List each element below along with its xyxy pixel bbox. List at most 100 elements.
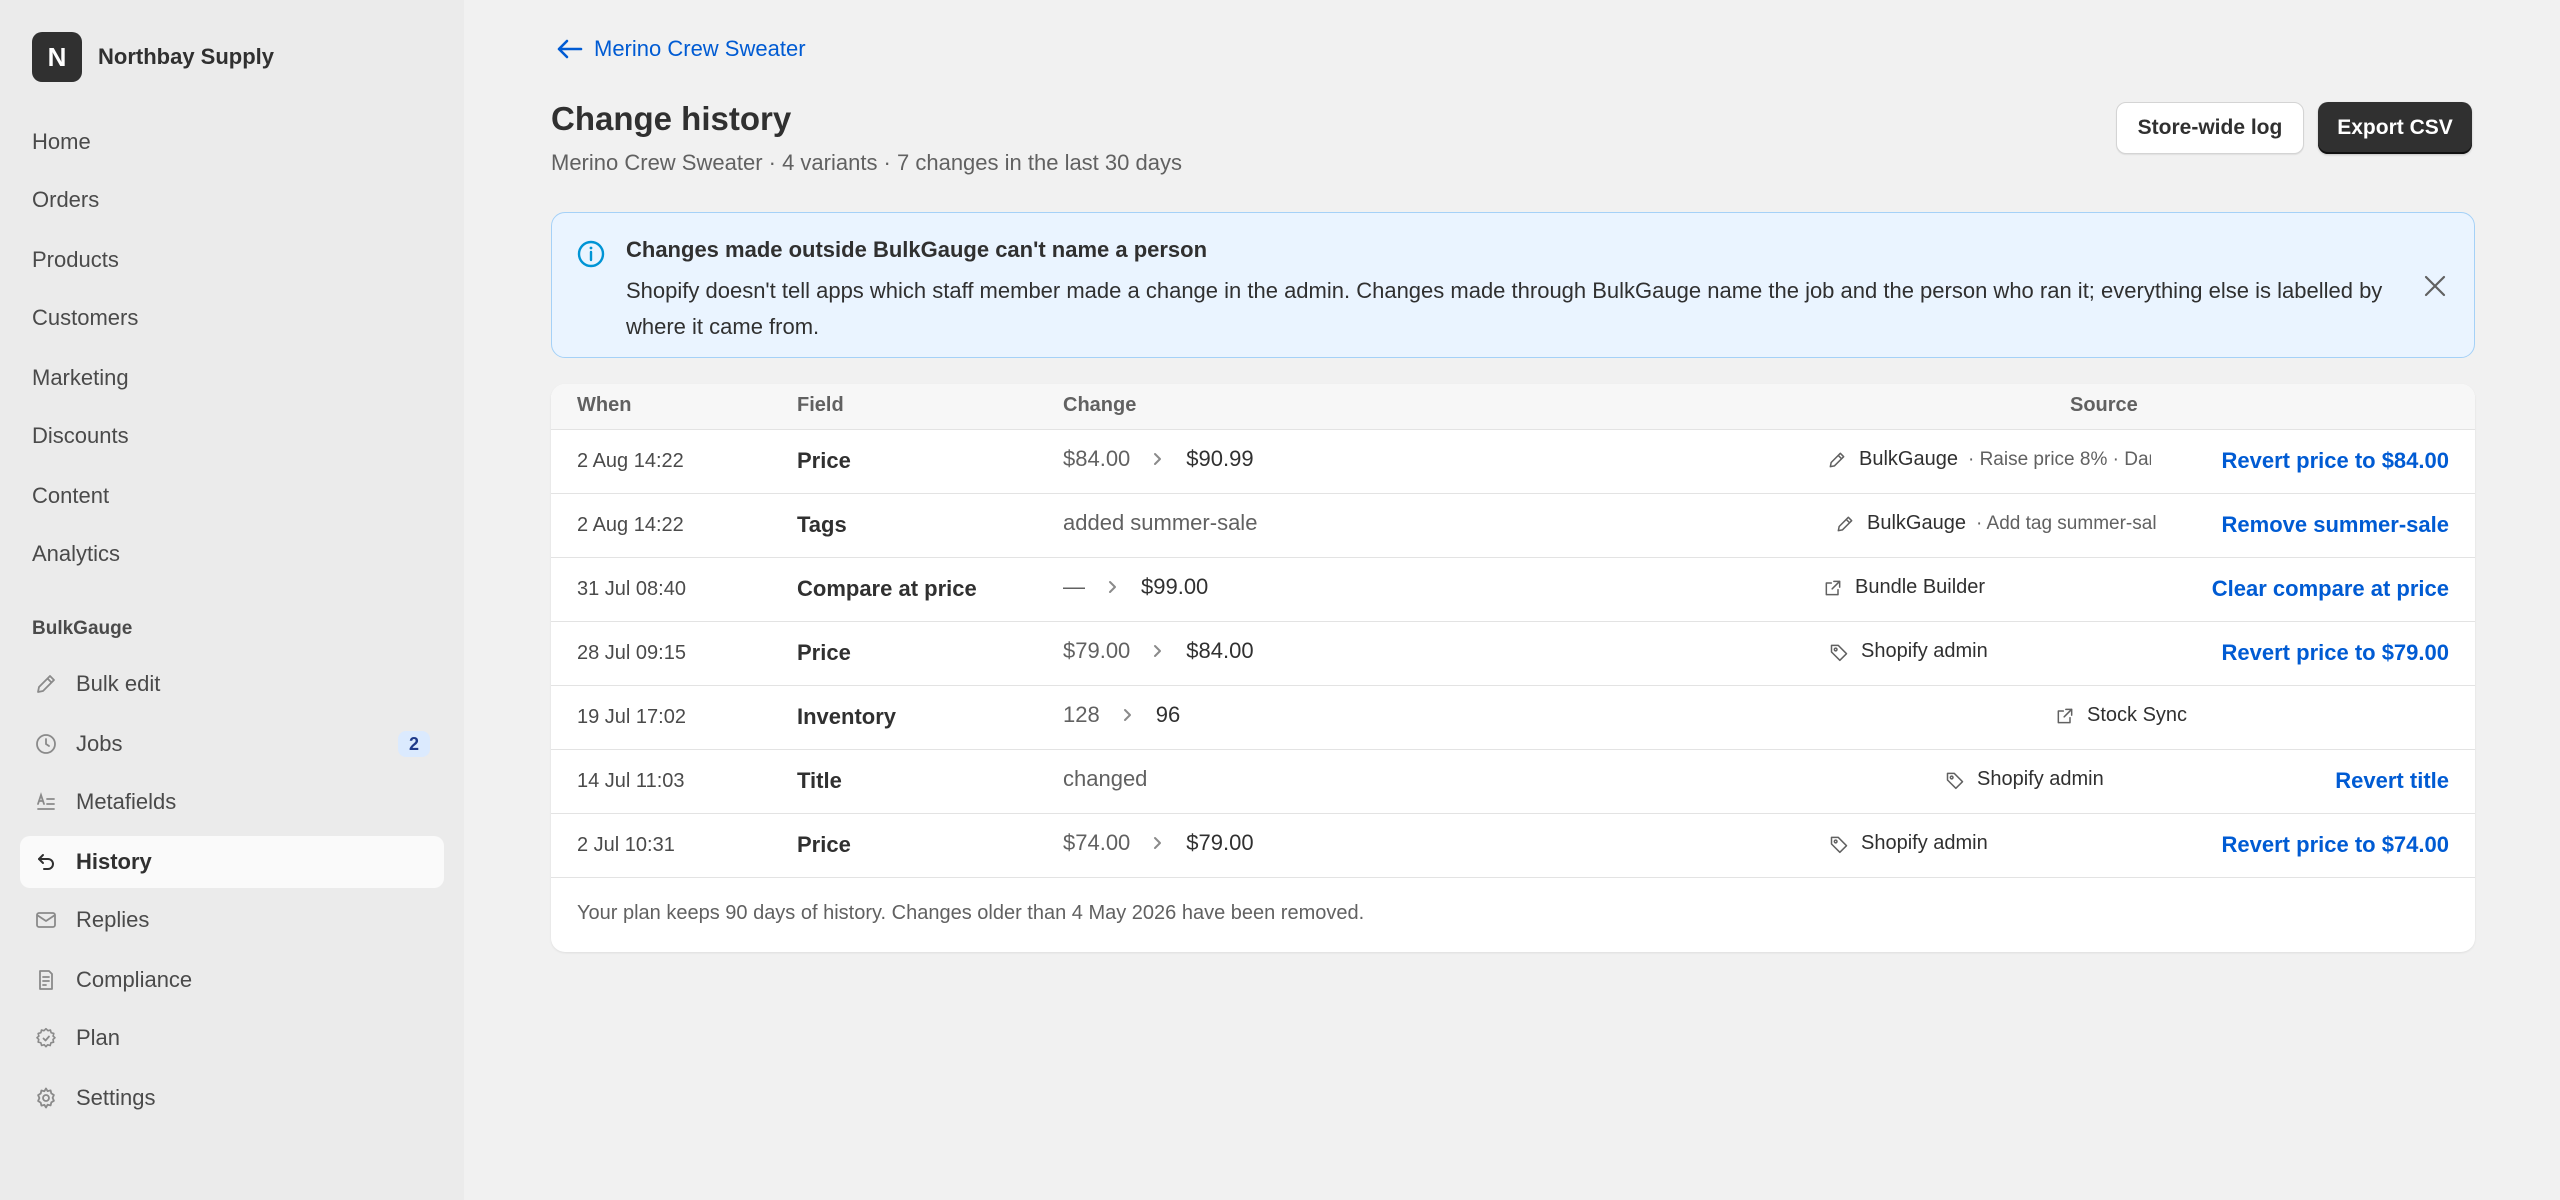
row-field: Inventory	[797, 704, 897, 729]
change-to: $79.00	[1186, 830, 1254, 855]
export-csv-button[interactable]: Export CSV	[2318, 102, 2472, 154]
source-name: Bundle Builder	[1855, 576, 1986, 598]
nav-item-label: Orders	[32, 187, 100, 212]
nav-item-marketing[interactable]: Marketing	[20, 352, 444, 404]
nav-item-label: Content	[32, 483, 110, 508]
change-from: $84.00	[1063, 446, 1131, 471]
store-switcher[interactable]: N Northbay Supply	[32, 32, 274, 82]
nav-item-history[interactable]: History	[20, 836, 444, 888]
chevron-right-icon	[1107, 579, 1119, 595]
row-change: — $99.00	[1063, 574, 1208, 600]
row-source: Shopify admin	[1829, 640, 1988, 663]
history-table: When Field Change Source 2 Aug 14:22 Pri…	[551, 384, 2475, 952]
nav-item-jobs[interactable]: Jobs 2	[20, 718, 444, 770]
row-change: added summer-sale	[1063, 510, 1257, 536]
close-icon[interactable]	[2422, 273, 2448, 304]
external-link-icon	[1823, 578, 1843, 598]
change-to: $84.00	[1186, 638, 1254, 663]
row-field: Price	[797, 448, 851, 473]
back-link[interactable]: Merino Crew Sweater	[556, 36, 806, 62]
nav-item-content[interactable]: Content	[20, 470, 444, 522]
chevron-right-icon	[1152, 835, 1164, 851]
nav-item-discounts[interactable]: Discounts	[20, 410, 444, 462]
gear-icon	[32, 1084, 60, 1112]
nav-item-label: Bulk edit	[76, 671, 161, 696]
banner-title: Changes made outside BulkGauge can't nam…	[626, 237, 1208, 262]
store-wide-log-button[interactable]: Store-wide log	[2116, 102, 2304, 154]
banner-body: Shopify doesn't tell apps which staff me…	[626, 278, 2383, 339]
store-logo: N	[32, 32, 82, 82]
tag-icon	[1829, 642, 1849, 662]
page-title: Change history	[551, 100, 792, 137]
nav-item-label: Replies	[76, 907, 150, 932]
retention-note: Your plan keeps 90 days of history. Chan…	[577, 902, 1365, 924]
info-banner: Changes made outside BulkGauge can't nam…	[551, 212, 2475, 358]
pencil-icon	[1835, 514, 1855, 534]
nav-item-plan[interactable]: Plan	[20, 1012, 444, 1064]
nav-item-bulk-edit[interactable]: Bulk edit	[20, 658, 444, 710]
row-change: $84.00 $90.99	[1063, 446, 1254, 472]
clock-icon	[32, 730, 60, 758]
change-to: $90.99	[1186, 446, 1254, 471]
nav-item-label: Products	[32, 247, 119, 272]
change-text: changed	[1063, 766, 1148, 791]
nav-item-orders[interactable]: Orders	[20, 174, 444, 226]
tag-icon	[1945, 770, 1965, 790]
row-field: Compare at price	[797, 576, 977, 601]
document-icon	[32, 966, 60, 994]
chevron-right-icon	[1122, 707, 1134, 723]
change-from: 128	[1063, 702, 1100, 727]
nav-item-compliance[interactable]: Compliance	[20, 954, 444, 1006]
row-when: 14 Jul 11:03	[577, 770, 685, 792]
nav-item-replies[interactable]: Replies	[20, 894, 444, 946]
chevron-right-icon	[1152, 451, 1164, 467]
nav-item-label: Metafields	[76, 789, 177, 814]
nav-item-home[interactable]: Home	[20, 116, 444, 168]
pencil-icon	[1827, 450, 1847, 470]
table-row: 19 Jul 17:02 Inventory 128 96 Stock Sync	[551, 686, 2475, 750]
remove-tag-button[interactable]: Remove summer-sale	[2222, 512, 2449, 538]
table-header: When Field Change Source	[551, 384, 2475, 430]
clear-compare-price-button[interactable]: Clear compare at price	[2212, 576, 2449, 602]
change-from: $74.00	[1063, 830, 1131, 855]
nav-item-label: Plan	[76, 1025, 121, 1050]
row-when: 31 Jul 08:40	[577, 578, 686, 600]
nav-item-label: Settings	[76, 1085, 156, 1110]
table-row: 2 Aug 14:22 Price $84.00 $90.99 BulkGaug…	[551, 430, 2475, 494]
chevron-right-icon	[1152, 643, 1164, 659]
revert-title-button[interactable]: Revert title	[2335, 768, 2449, 794]
row-source: Shopify admin	[1945, 768, 2104, 791]
row-change: 128 96	[1063, 702, 1180, 728]
column-header-source: Source	[2070, 394, 2138, 416]
revert-price-button[interactable]: Revert price to $84.00	[2222, 448, 2449, 474]
plan-icon	[32, 1024, 60, 1052]
nav-item-label: Analytics	[32, 541, 121, 566]
revert-price-button[interactable]: Revert price to $74.00	[2222, 832, 2449, 858]
nav-item-label: Customers	[32, 305, 139, 330]
change-from: —	[1063, 574, 1085, 599]
column-header-change: Change	[1063, 394, 1137, 416]
nav-item-products[interactable]: Products	[20, 234, 444, 286]
source-name: Shopify admin	[1861, 832, 1988, 854]
nav-item-analytics[interactable]: Analytics	[20, 528, 444, 580]
row-source: Shopify admin	[1829, 832, 1988, 855]
table-row: 14 Jul 11:03 Title changed Shopify admin…	[551, 750, 2475, 814]
nav-item-metafields[interactable]: Metafields	[20, 776, 444, 828]
table-row: 2 Aug 14:22 Tags added summer-sale BulkG…	[551, 494, 2475, 558]
row-source: BulkGauge · Raise price 8% · Dana P	[1827, 448, 2151, 471]
external-link-icon	[2055, 706, 2075, 726]
nav-item-customers[interactable]: Customers	[20, 292, 444, 344]
source-name: BulkGauge	[1867, 512, 1966, 534]
source-name: BulkGauge	[1859, 448, 1958, 470]
table-row: 2 Jul 10:31 Price $74.00 $79.00 Shopify …	[551, 814, 2475, 878]
pencil-icon	[32, 670, 60, 698]
history-icon	[32, 848, 60, 876]
change-to: $99.00	[1141, 574, 1209, 599]
page-subtitle: Merino Crew Sweater · 4 variants · 7 cha…	[551, 150, 1182, 175]
change-to: 96	[1155, 702, 1181, 727]
nav-item-label: History	[76, 849, 152, 874]
row-source: BulkGauge · Add tag summer-sale · D	[1835, 512, 2157, 535]
row-when: 2 Jul 10:31	[577, 834, 675, 856]
revert-price-button[interactable]: Revert price to $79.00	[2222, 640, 2449, 666]
nav-item-settings[interactable]: Settings	[20, 1072, 444, 1124]
